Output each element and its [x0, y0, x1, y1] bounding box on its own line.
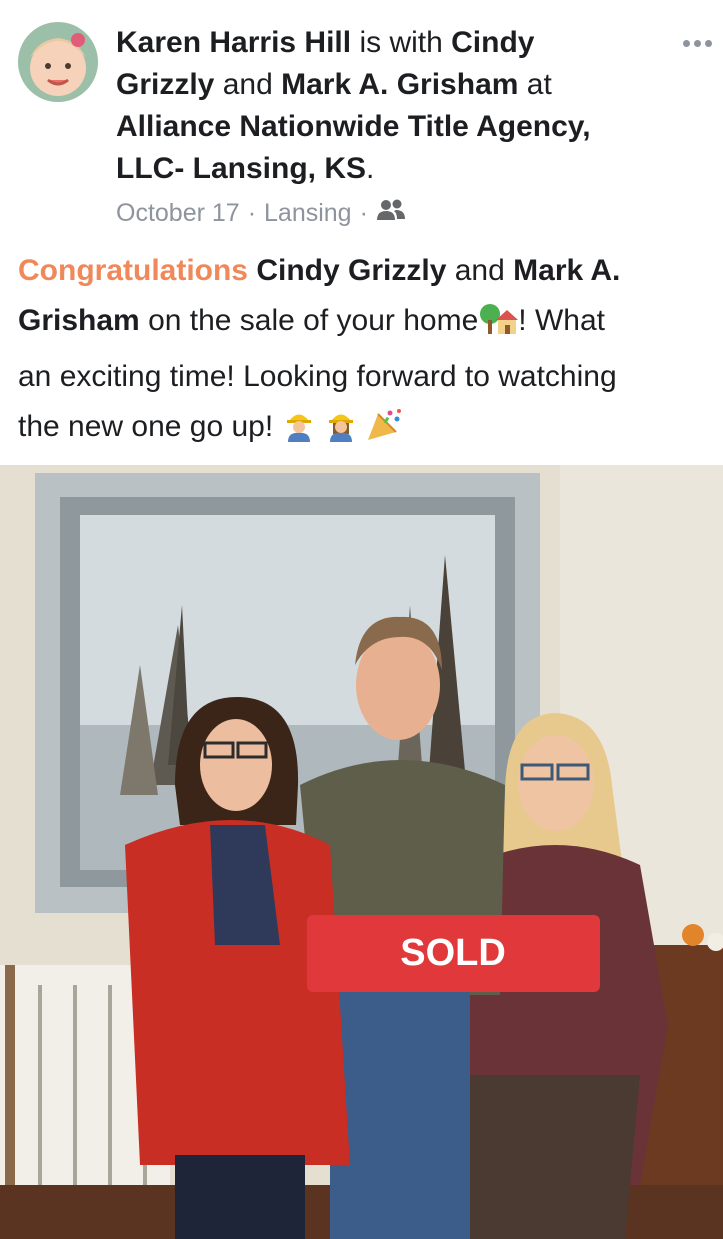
place-name-line1[interactable]: Alliance Nationwide Title Agency, [116, 110, 591, 143]
post-header: Karen Harris Hill is with Cindy Grizzly … [0, 0, 723, 240]
highlight-word[interactable]: Congratulations [18, 254, 248, 287]
tagged-person-1-last[interactable]: Grizzly [116, 68, 214, 101]
more-icon[interactable] [677, 28, 717, 58]
tagged-person-2[interactable]: Mark A. Grisham [281, 68, 518, 101]
sold-sign: SOLD [307, 915, 600, 992]
mention-1[interactable]: Cindy Grizzly [256, 254, 446, 287]
meta-separator: · [359, 198, 368, 227]
sold-sign-text: SOLD [400, 932, 506, 974]
post-message: Congratulations Cindy Grizzly and Mark A… [18, 246, 708, 458]
and-text: and [454, 254, 505, 287]
is-with-text: is with [359, 26, 443, 59]
period-text: . [366, 152, 375, 185]
author-name[interactable]: Karen Harris Hill [116, 26, 351, 59]
author-avatar[interactable] [18, 22, 98, 102]
mention-2-first[interactable]: Mark A. [513, 254, 620, 287]
construction-worker-icon [282, 408, 316, 458]
message-part1: on the sale of your home [148, 304, 479, 337]
post-location[interactable]: Lansing [264, 199, 352, 228]
construction-worker-woman-icon [324, 408, 358, 458]
message-line4: the new one go up! [18, 410, 274, 443]
party-popper-icon [366, 408, 402, 458]
meta-separator: · [247, 198, 257, 227]
post-date[interactable]: October 17 [116, 199, 240, 228]
message-part2: ! What [518, 304, 605, 337]
at-text: at [526, 68, 552, 101]
post-meta: October 17 · Lansing · [116, 195, 406, 231]
place-name-line2[interactable]: LLC- Lansing, KS [116, 152, 366, 185]
post-photo[interactable]: SOLD [0, 465, 723, 1239]
message-line3: an exciting time! Looking forward to wat… [18, 360, 617, 393]
and-text: and [222, 68, 273, 101]
post-author-line: Karen Harris Hill is with Cindy Grizzly … [116, 22, 656, 190]
mention-2-last[interactable]: Grisham [18, 304, 140, 337]
tagged-person-1-first[interactable]: Cindy [451, 26, 534, 59]
house-tree-icon [478, 302, 519, 352]
friends-icon [376, 198, 406, 229]
